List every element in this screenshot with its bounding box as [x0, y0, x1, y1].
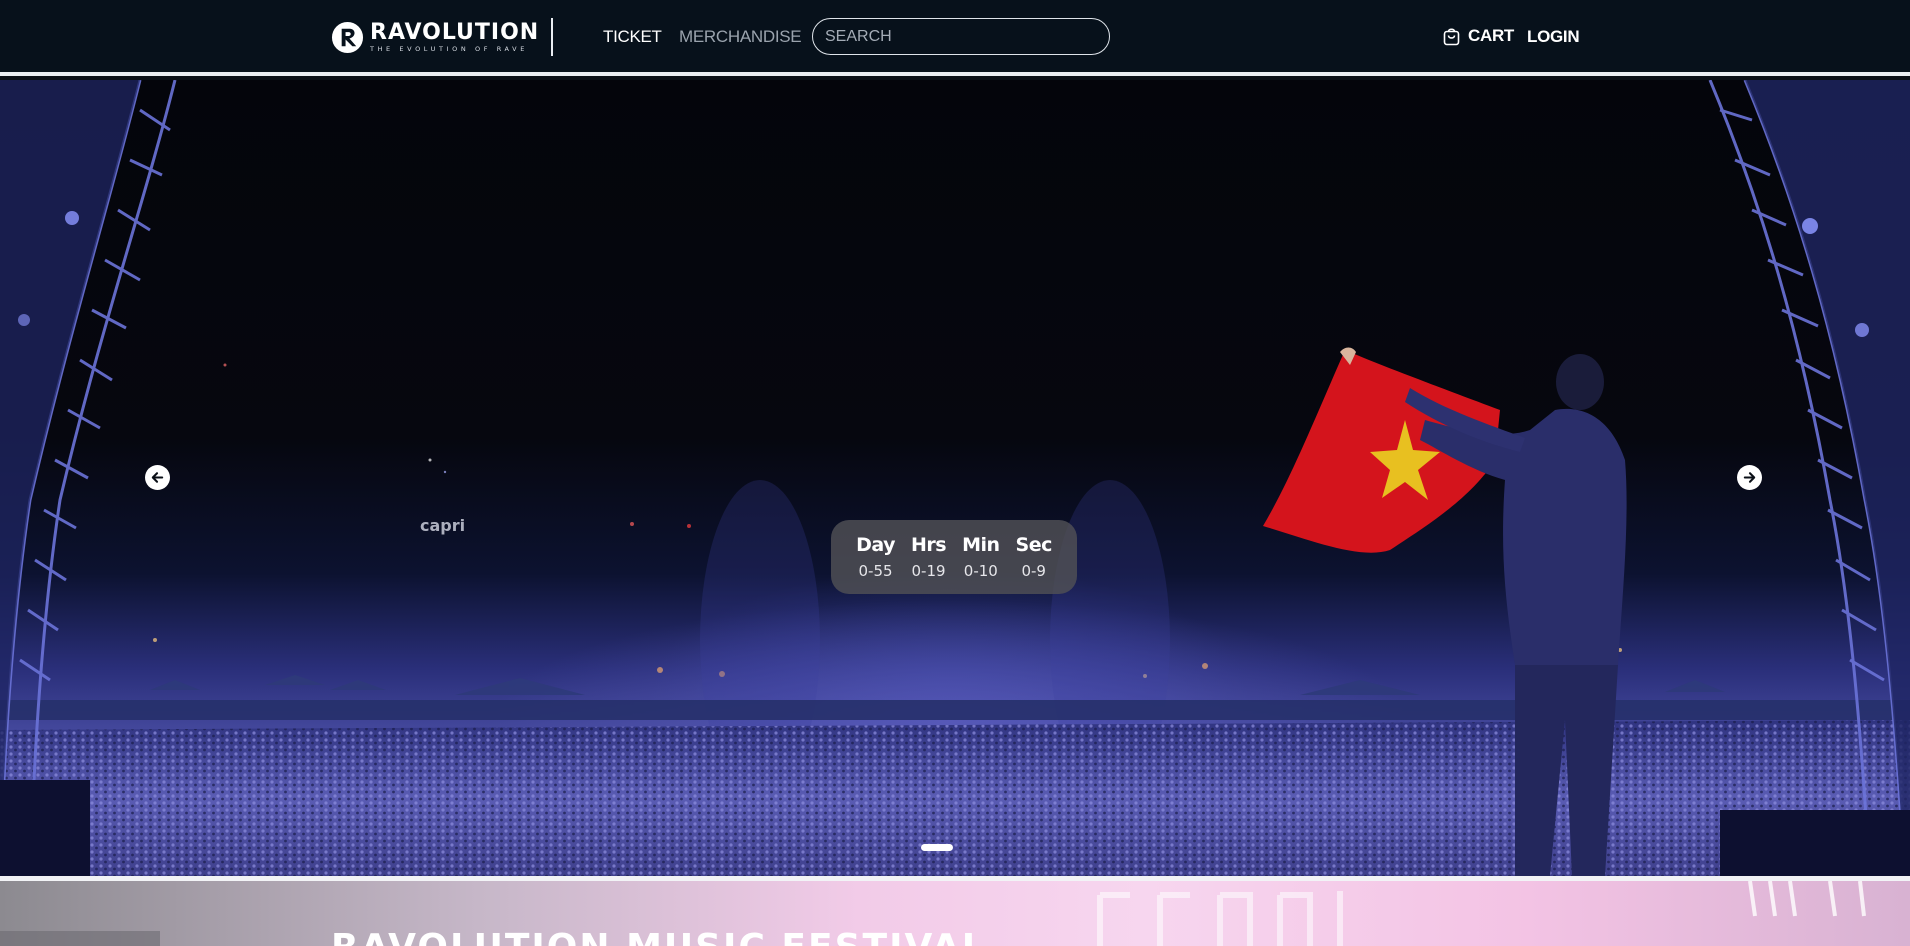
- logo-tagline: THE EVOLUTION OF RAVE: [370, 44, 528, 53]
- cart-button[interactable]: CART: [1443, 26, 1514, 46]
- countdown-value: 0-19: [911, 562, 946, 580]
- search-input[interactable]: [812, 18, 1110, 55]
- hero-sign-text: capri: [420, 516, 465, 535]
- countdown-value: 0-55: [858, 562, 893, 580]
- countdown-label: Day: [856, 534, 895, 556]
- cart-label: CART: [1468, 26, 1515, 45]
- ravolution-logo-icon: [331, 21, 364, 53]
- countdown-label: Sec: [1015, 534, 1053, 556]
- login-link[interactable]: LOGIN: [1527, 27, 1580, 47]
- nav-merchandise-link[interactable]: MERCHANDISE: [679, 27, 802, 47]
- arrow-right-icon: [1743, 472, 1756, 483]
- festival-title: RAVOLUTION MUSIC FESTIVAL: [331, 927, 987, 946]
- site-logo[interactable]: RAVOLUTION THE EVOLUTION OF RAVE: [331, 20, 539, 54]
- hero-carousel: capri Day 0-55 Hrs 0-19 Min 0-10 Sec 0-9: [0, 80, 1910, 876]
- header-divider: [551, 18, 553, 56]
- logo-name: RAVOLUTION: [370, 19, 540, 45]
- hero-banner-image: capri: [0, 80, 1910, 876]
- countdown-label: Min: [962, 534, 1000, 556]
- countdown-value: 0-9: [1021, 562, 1046, 580]
- countdown-value: 0-10: [963, 562, 998, 580]
- countdown-seconds: Sec 0-9: [1015, 534, 1053, 580]
- countdown-timer: Day 0-55 Hrs 0-19 Min 0-10 Sec 0-9: [831, 520, 1077, 594]
- countdown-hours: Hrs 0-19: [911, 534, 947, 580]
- arrow-left-icon: [151, 472, 164, 483]
- countdown-minutes: Min 0-10: [962, 534, 1000, 580]
- countdown-label: Hrs: [911, 534, 947, 556]
- carousel-prev-button[interactable]: [145, 465, 170, 490]
- nav-ticket-link[interactable]: TICKET: [603, 27, 662, 47]
- carousel-next-button[interactable]: [1737, 465, 1762, 490]
- shopping-bag-icon: [1443, 27, 1460, 45]
- carousel-dot-active[interactable]: [921, 844, 953, 851]
- site-header: RAVOLUTION THE EVOLUTION OF RAVE TICKET …: [0, 0, 1910, 76]
- festival-section: RAVOLUTION MUSIC FESTIVAL: [0, 881, 1910, 946]
- countdown-days: Day 0-55: [856, 534, 895, 580]
